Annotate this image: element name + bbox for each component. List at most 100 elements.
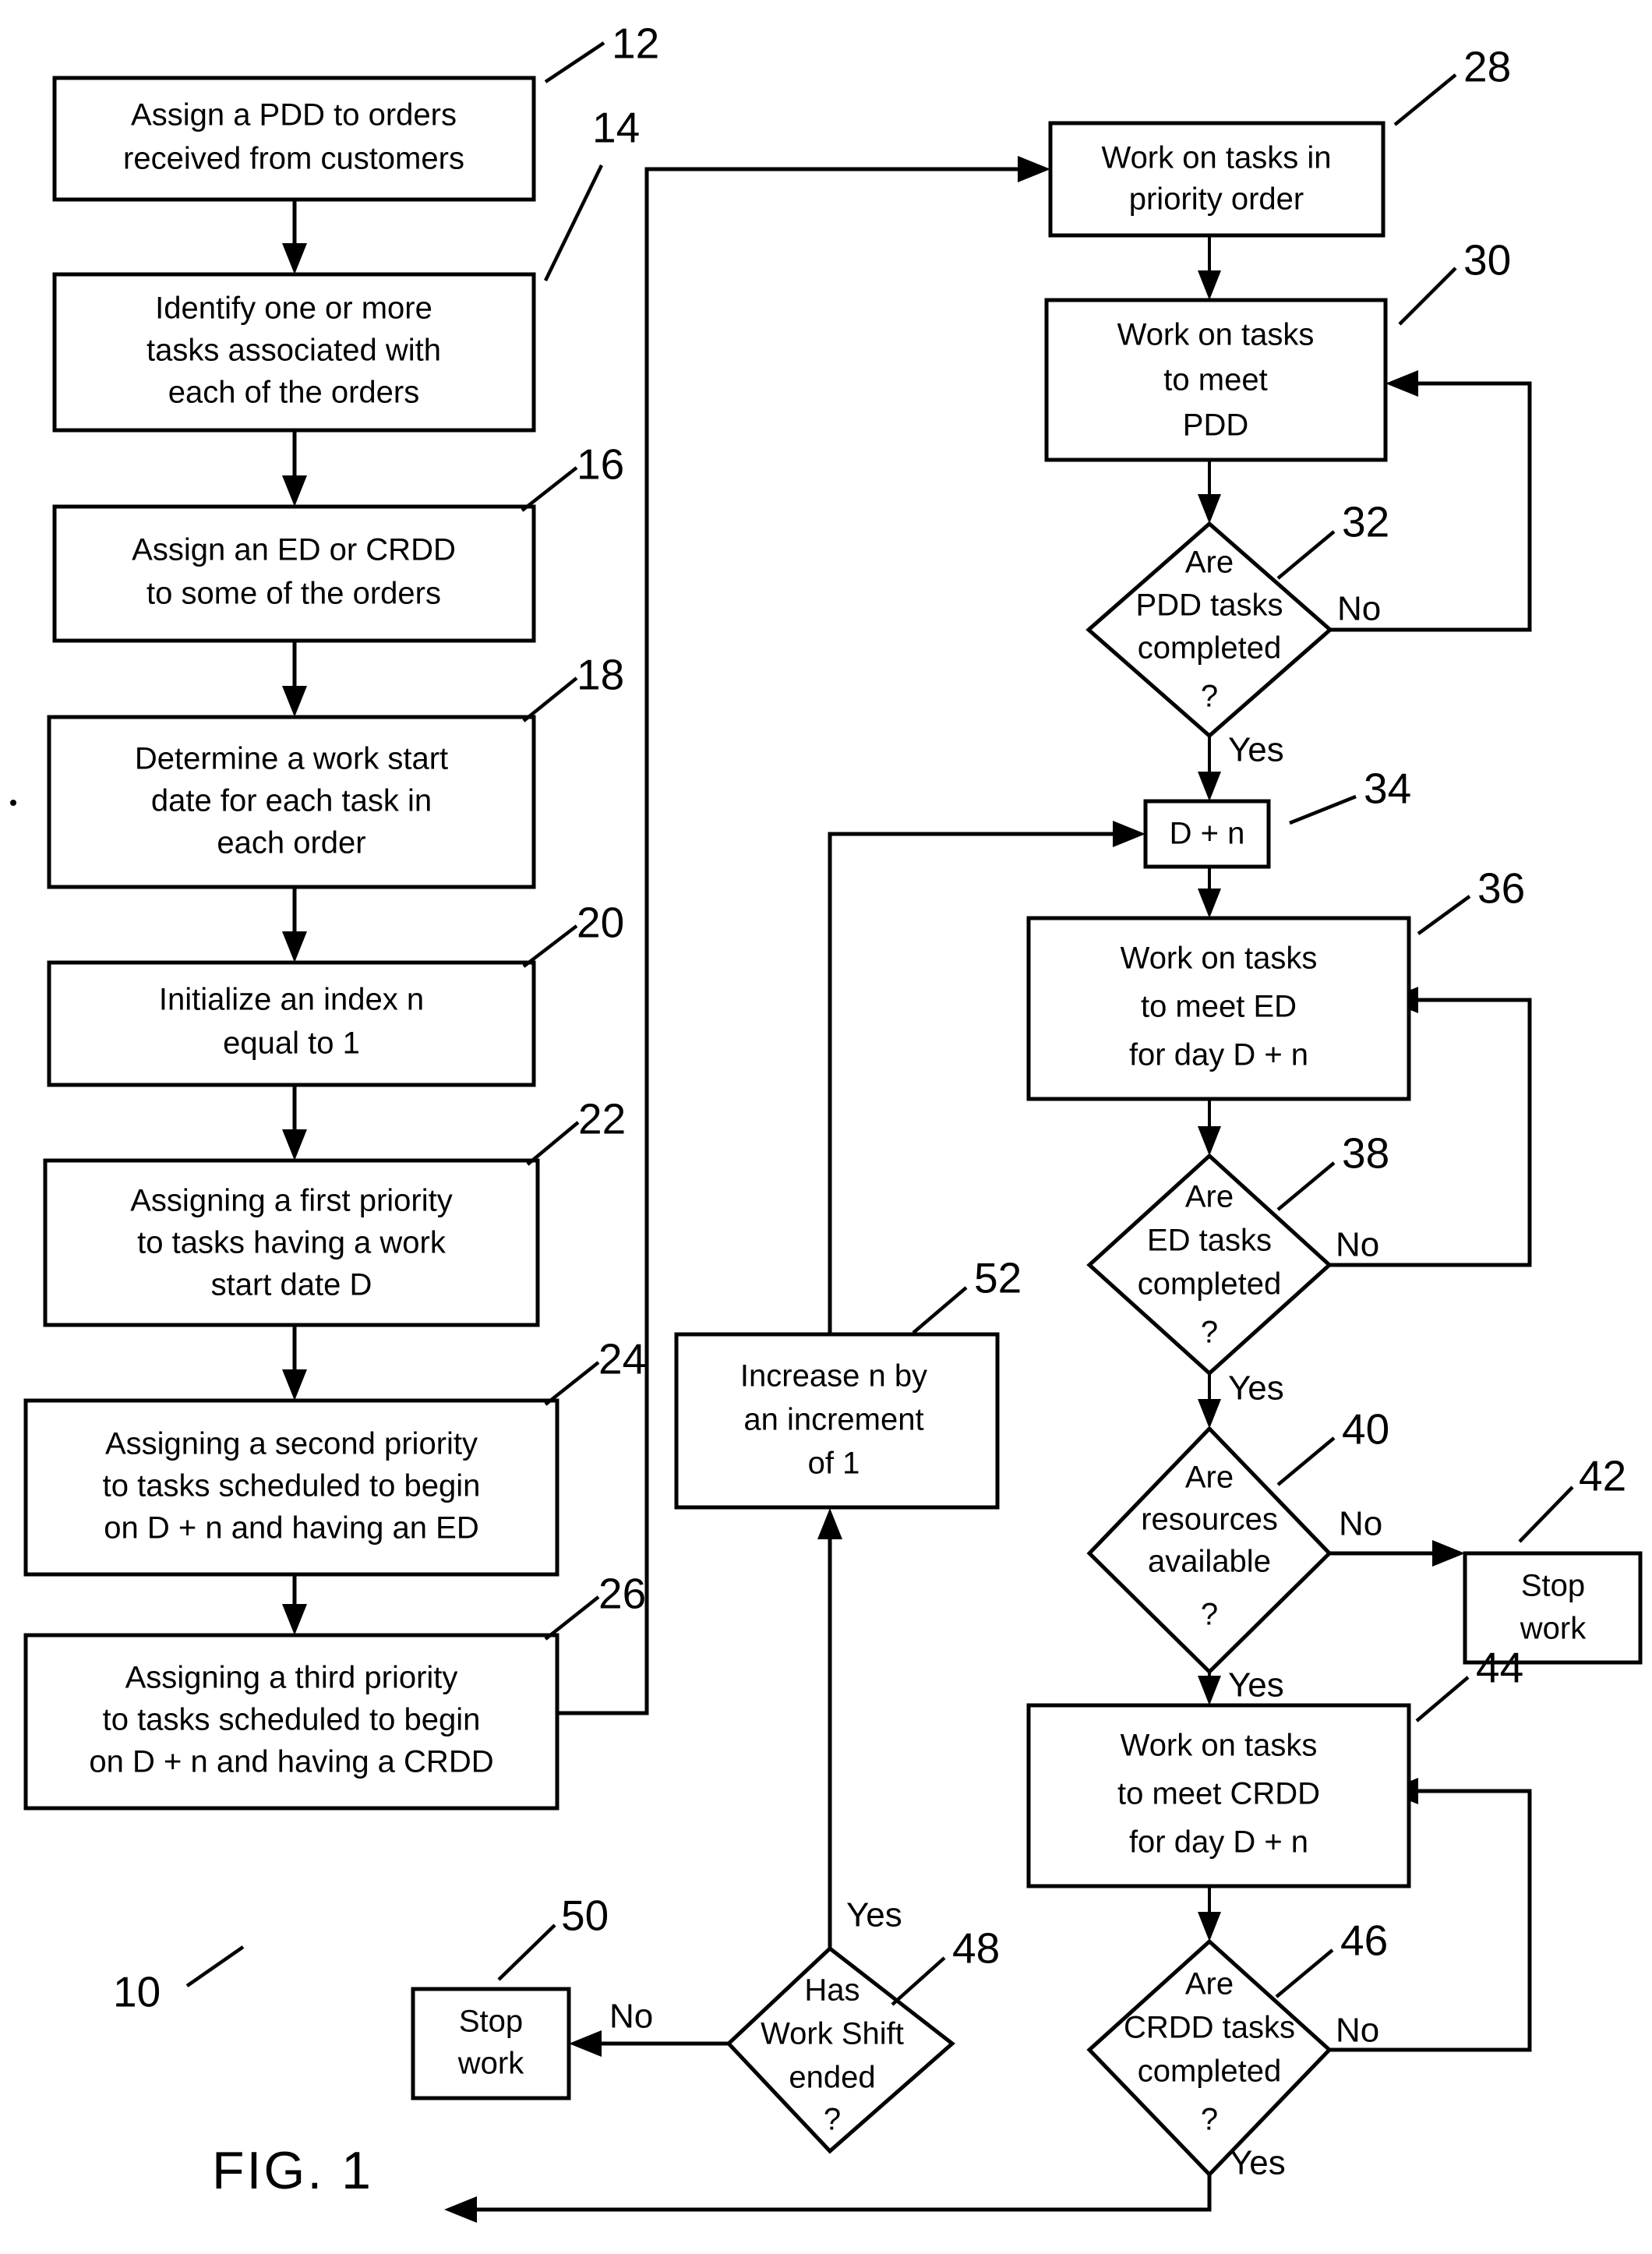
ref-number-52: 52: [974, 1254, 1022, 1302]
node-16-assign-ed-crdd[interactable]: Assign an ED or CRDD to some of the orde…: [52, 504, 536, 643]
node-44-line-1: Work on tasks: [1121, 1729, 1318, 1763]
node-42-line-2: work: [1520, 1612, 1587, 1646]
node-44-line-2: to meet CRDD: [1117, 1777, 1320, 1811]
ref-number-38: 38: [1342, 1129, 1389, 1178]
node-20-initialize-index[interactable]: Initialize an index n equal to 1: [47, 960, 536, 1087]
node-14-identify-tasks[interactable]: Identify one or more tasks associated wi…: [52, 272, 536, 433]
node-28-line-1: Work on tasks in: [1102, 141, 1332, 175]
ref-number-36: 36: [1477, 864, 1525, 913]
node-18-determine-start-date[interactable]: Determine a work start date for each tas…: [47, 715, 536, 889]
patent-figure-1: Assign a PDD to orders received from cus…: [0, 0, 1652, 2254]
node-30-line-1: Work on tasks: [1117, 318, 1315, 352]
node-34-d-plus-n[interactable]: D + n: [1143, 799, 1271, 869]
node-24-second-priority[interactable]: Assigning a second priority to tasks sch…: [23, 1398, 559, 1577]
node-18-line-2: date for each task in: [151, 784, 432, 818]
figure-label: FIG. 1: [212, 2141, 373, 2200]
node-48-line-4: ?: [824, 2103, 841, 2137]
edge-label-32-yes: Yes: [1228, 731, 1284, 769]
ref-number-48: 48: [952, 1924, 1000, 1973]
node-40-line-1: Are: [1185, 1461, 1234, 1495]
node-18-line-1: Determine a work start: [135, 742, 448, 776]
ref-number-32: 32: [1342, 498, 1389, 546]
node-38-line-3: completed: [1138, 1267, 1282, 1302]
node-26-third-priority[interactable]: Assigning a third priority to tasks sche…: [23, 1633, 559, 1811]
node-38-line-1: Are: [1185, 1180, 1234, 1214]
node-42-line-1: Stop: [1521, 1569, 1585, 1603]
ref-number-44: 44: [1476, 1644, 1523, 1692]
ref-number-42: 42: [1579, 1452, 1626, 1500]
node-24-line-3: on D + n and having an ED: [104, 1511, 478, 1546]
node-12-line-2: received from customers: [123, 142, 464, 176]
node-52-line-2: an increment: [743, 1403, 923, 1437]
ref-number-26: 26: [598, 1570, 646, 1618]
node-36-line-1: Work on tasks: [1121, 942, 1318, 976]
ref-number-20: 20: [577, 899, 624, 947]
node-50-line-1: Stop: [459, 2005, 523, 2039]
node-38-line-2: ED tasks: [1147, 1224, 1272, 1258]
node-28-line-2: priority order: [1129, 182, 1304, 217]
ref-number-50: 50: [561, 1892, 609, 1940]
node-52-increase-n[interactable]: Increase n by an increment of 1: [674, 1332, 1000, 1510]
edge-label-32-no: No: [1337, 590, 1381, 628]
ref-number-18: 18: [577, 651, 624, 699]
node-46-line-2: CRDD tasks: [1124, 2011, 1295, 2045]
node-36-line-2: to meet ED: [1141, 990, 1297, 1024]
node-52-line-1: Increase n by: [740, 1359, 927, 1394]
node-12-line-1: Assign a PDD to orders: [131, 98, 457, 132]
node-26-line-3: on D + n and having a CRDD: [89, 1745, 493, 1779]
node-12-assign-pdd[interactable]: Assign a PDD to orders received from cus…: [52, 76, 536, 202]
node-38-line-4: ?: [1201, 1316, 1218, 1350]
node-36-line-3: for day D + n: [1129, 1038, 1308, 1072]
node-34-line-1: D + n: [1170, 817, 1245, 851]
node-16-line-1: Assign an ED or CRDD: [132, 533, 456, 567]
node-44-work-meet-crdd[interactable]: Work on tasks to meet CRDD for day D + n: [1026, 1703, 1411, 1888]
ref-number-46: 46: [1340, 1917, 1388, 1965]
node-46-line-3: completed: [1138, 2054, 1282, 2089]
node-36-work-meet-ed[interactable]: Work on tasks to meet ED for day D + n: [1026, 916, 1411, 1101]
node-18-line-3: each order: [217, 826, 365, 860]
node-16-line-2: to some of the orders: [146, 577, 441, 611]
node-48-line-1: Has: [804, 1973, 860, 2008]
node-24-line-1: Assigning a second priority: [105, 1427, 478, 1461]
node-14-line-2: tasks associated with: [146, 334, 441, 368]
node-30-line-3: PDD: [1183, 408, 1248, 443]
ref-number-30: 30: [1463, 236, 1511, 284]
edge-label-46-no: No: [1336, 2012, 1379, 2050]
node-22-line-3: start date D: [211, 1268, 372, 1302]
ref-number-22: 22: [578, 1095, 626, 1143]
edge-label-48-yes: Yes: [846, 1896, 902, 1934]
ref-number-34: 34: [1364, 765, 1411, 813]
edge-label-38-yes: Yes: [1228, 1369, 1284, 1408]
node-32-line-3: completed: [1138, 631, 1282, 666]
node-26-line-1: Assigning a third priority: [125, 1661, 458, 1695]
ref-number-10: 10: [113, 1968, 161, 2016]
node-22-line-1: Assigning a first priority: [130, 1184, 452, 1218]
edge-label-46-yes: Yes: [1230, 2144, 1286, 2182]
node-50-line-2: work: [457, 2047, 524, 2081]
node-32-line-4: ?: [1201, 680, 1218, 714]
node-40-line-4: ?: [1201, 1598, 1218, 1632]
node-20-line-1: Initialize an index n: [159, 983, 424, 1017]
node-20-line-2: equal to 1: [223, 1026, 360, 1061]
node-48-line-2: Work Shift: [761, 2017, 904, 2051]
node-28-work-priority-order[interactable]: Work on tasks in priority order: [1048, 121, 1385, 238]
ref-number-24: 24: [598, 1335, 646, 1383]
node-30-work-meet-pdd[interactable]: Work on tasks to meet PDD: [1044, 298, 1388, 462]
node-24-line-2: to tasks scheduled to begin: [103, 1469, 481, 1503]
ref-number-16: 16: [577, 440, 624, 489]
node-26-line-2: to tasks scheduled to begin: [103, 1703, 481, 1737]
node-32-line-1: Are: [1185, 546, 1234, 580]
node-44-line-3: for day D + n: [1129, 1825, 1308, 1860]
node-52-line-3: of 1: [808, 1447, 860, 1481]
edge-label-48-no: No: [609, 1998, 653, 2036]
ref-number-28: 28: [1463, 43, 1511, 91]
node-22-first-priority[interactable]: Assigning a first priority to tasks havi…: [43, 1158, 540, 1327]
node-46-line-1: Are: [1185, 1967, 1234, 2001]
scan-artifact-dot: [10, 800, 16, 806]
node-48-line-3: ended: [789, 2061, 875, 2095]
flowchart-canvas: Assign a PDD to orders received from cus…: [0, 0, 1652, 2254]
node-50-stop-work[interactable]: Stop work: [411, 1987, 571, 2100]
ref-number-40: 40: [1342, 1405, 1389, 1454]
node-14-line-1: Identify one or more: [155, 291, 432, 326]
edge-label-38-no: No: [1336, 1226, 1379, 1264]
